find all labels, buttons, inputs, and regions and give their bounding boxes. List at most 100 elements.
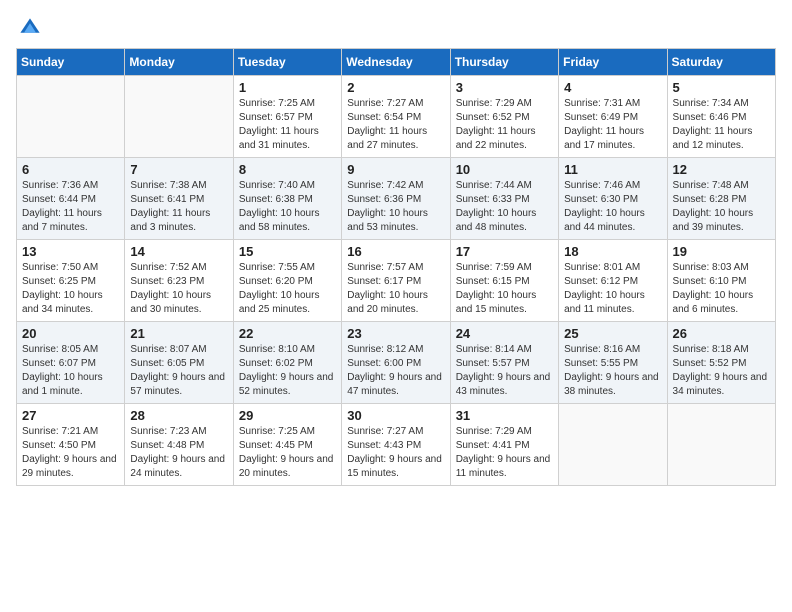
- day-info: Sunrise: 7:34 AM Sunset: 6:46 PM Dayligh…: [673, 97, 770, 153]
- day-info: Sunrise: 7:40 AM Sunset: 6:38 PM Dayligh…: [239, 179, 336, 235]
- day-info: Sunrise: 7:25 AM Sunset: 6:57 PM Dayligh…: [239, 97, 336, 153]
- calendar-cell: 29 Sunrise: 7:25 AM Sunset: 4:45 PM Dayli…: [233, 404, 341, 486]
- calendar-cell: 22 Sunrise: 8:10 AM Sunset: 6:02 PM Dayli…: [233, 322, 341, 404]
- calendar-cell: 31 Sunrise: 7:29 AM Sunset: 4:41 PM Dayli…: [450, 404, 558, 486]
- day-info: Sunrise: 8:05 AM Sunset: 6:07 PM Dayligh…: [22, 343, 119, 399]
- day-info: Sunrise: 7:59 AM Sunset: 6:15 PM Dayligh…: [456, 261, 553, 317]
- day-number: 19: [673, 244, 770, 259]
- calendar-cell: 23 Sunrise: 8:12 AM Sunset: 6:00 PM Dayli…: [342, 322, 450, 404]
- day-info: Sunrise: 8:16 AM Sunset: 5:55 PM Dayligh…: [564, 343, 661, 399]
- calendar-cell: 19 Sunrise: 8:03 AM Sunset: 6:10 PM Dayli…: [667, 240, 775, 322]
- calendar-cell: 15Sunrise: 7:55 AM Sunset: 6:20 PM Dayli…: [233, 240, 341, 322]
- day-info: Sunrise: 7:25 AM Sunset: 4:45 PM Dayligh…: [239, 425, 336, 481]
- calendar-cell: [17, 76, 125, 158]
- calendar-cell: 21 Sunrise: 8:07 AM Sunset: 6:05 PM Dayli…: [125, 322, 233, 404]
- weekday-header: Sunday: [17, 49, 125, 76]
- weekday-header: Monday: [125, 49, 233, 76]
- calendar-cell: 3 Sunrise: 7:29 AM Sunset: 6:52 PM Daylig…: [450, 76, 558, 158]
- day-info: Sunrise: 7:36 AM Sunset: 6:44 PM Dayligh…: [22, 179, 119, 235]
- day-number: 31: [456, 408, 553, 423]
- calendar-cell: 1 Sunrise: 7:25 AM Sunset: 6:57 PM Daylig…: [233, 76, 341, 158]
- calendar-cell: [125, 76, 233, 158]
- calendar-cell: 14 Sunrise: 7:52 AM Sunset: 6:23 PM Dayli…: [125, 240, 233, 322]
- day-number: 5: [673, 80, 770, 95]
- day-info: Sunrise: 7:44 AM Sunset: 6:33 PM Dayligh…: [456, 179, 553, 235]
- weekday-header: Wednesday: [342, 49, 450, 76]
- logo: [16, 16, 42, 40]
- day-number: 6: [22, 162, 119, 177]
- calendar-cell: 20 Sunrise: 8:05 AM Sunset: 6:07 PM Dayli…: [17, 322, 125, 404]
- calendar-cell: 24 Sunrise: 8:14 AM Sunset: 5:57 PM Dayli…: [450, 322, 558, 404]
- day-number: 27: [22, 408, 119, 423]
- day-number: 22: [239, 326, 336, 341]
- day-info: Sunrise: 8:12 AM Sunset: 6:00 PM Dayligh…: [347, 343, 444, 399]
- calendar-cell: 12 Sunrise: 7:48 AM Sunset: 6:28 PM Dayli…: [667, 158, 775, 240]
- day-number: 3: [456, 80, 553, 95]
- calendar-cell: 18 Sunrise: 8:01 AM Sunset: 6:12 PM Dayli…: [559, 240, 667, 322]
- day-info: Sunrise: 8:01 AM Sunset: 6:12 PM Dayligh…: [564, 261, 661, 317]
- day-number: 28: [130, 408, 227, 423]
- day-number: 8: [239, 162, 336, 177]
- day-info: Sunrise: 7:50 AM Sunset: 6:25 PM Dayligh…: [22, 261, 119, 317]
- calendar-cell: 5 Sunrise: 7:34 AM Sunset: 6:46 PM Daylig…: [667, 76, 775, 158]
- page-header: [16, 16, 776, 40]
- day-number: 24: [456, 326, 553, 341]
- day-info: Sunrise: 7:55 AM Sunset: 6:20 PM Dayligh…: [239, 261, 336, 317]
- calendar-cell: 27 Sunrise: 7:21 AM Sunset: 4:50 PM Dayli…: [17, 404, 125, 486]
- day-info: Sunrise: 8:18 AM Sunset: 5:52 PM Dayligh…: [673, 343, 770, 399]
- logo-icon: [18, 16, 42, 40]
- day-info: Sunrise: 7:31 AM Sunset: 6:49 PM Dayligh…: [564, 97, 661, 153]
- calendar-cell: 16 Sunrise: 7:57 AM Sunset: 6:17 PM Dayli…: [342, 240, 450, 322]
- day-number: 25: [564, 326, 661, 341]
- calendar-cell: 6 Sunrise: 7:36 AM Sunset: 6:44 PM Daylig…: [17, 158, 125, 240]
- day-info: Sunrise: 7:48 AM Sunset: 6:28 PM Dayligh…: [673, 179, 770, 235]
- day-info: Sunrise: 8:03 AM Sunset: 6:10 PM Dayligh…: [673, 261, 770, 317]
- calendar-cell: 2 Sunrise: 7:27 AM Sunset: 6:54 PM Daylig…: [342, 76, 450, 158]
- day-info: Sunrise: 7:29 AM Sunset: 4:41 PM Dayligh…: [456, 425, 553, 481]
- day-info: Sunrise: 7:27 AM Sunset: 6:54 PM Dayligh…: [347, 97, 444, 153]
- day-number: 18: [564, 244, 661, 259]
- calendar-cell: [559, 404, 667, 486]
- calendar-cell: 9 Sunrise: 7:42 AM Sunset: 6:36 PM Daylig…: [342, 158, 450, 240]
- calendar-cell: 26 Sunrise: 8:18 AM Sunset: 5:52 PM Dayli…: [667, 322, 775, 404]
- day-number: 23: [347, 326, 444, 341]
- day-number: 29: [239, 408, 336, 423]
- day-number: 1: [239, 80, 336, 95]
- day-info: Sunrise: 8:07 AM Sunset: 6:05 PM Dayligh…: [130, 343, 227, 399]
- day-number: 21: [130, 326, 227, 341]
- day-number: 9: [347, 162, 444, 177]
- calendar-cell: 7Sunrise: 7:38 AM Sunset: 6:41 PM Daylig…: [125, 158, 233, 240]
- day-info: Sunrise: 8:14 AM Sunset: 5:57 PM Dayligh…: [456, 343, 553, 399]
- day-number: 12: [673, 162, 770, 177]
- calendar-cell: 28 Sunrise: 7:23 AM Sunset: 4:48 PM Dayli…: [125, 404, 233, 486]
- day-info: Sunrise: 7:29 AM Sunset: 6:52 PM Dayligh…: [456, 97, 553, 153]
- day-number: 2: [347, 80, 444, 95]
- day-number: 17: [456, 244, 553, 259]
- weekday-header: Friday: [559, 49, 667, 76]
- day-info: Sunrise: 7:21 AM Sunset: 4:50 PM Dayligh…: [22, 425, 119, 481]
- day-number: 7: [130, 162, 227, 177]
- calendar-cell: 4 Sunrise: 7:31 AM Sunset: 6:49 PM Daylig…: [559, 76, 667, 158]
- day-number: 16: [347, 244, 444, 259]
- day-number: 14: [130, 244, 227, 259]
- day-number: 13: [22, 244, 119, 259]
- day-info: Sunrise: 7:42 AM Sunset: 6:36 PM Dayligh…: [347, 179, 444, 235]
- day-info: Sunrise: 8:10 AM Sunset: 6:02 PM Dayligh…: [239, 343, 336, 399]
- day-info: Sunrise: 7:46 AM Sunset: 6:30 PM Dayligh…: [564, 179, 661, 235]
- weekday-header: Thursday: [450, 49, 558, 76]
- day-info: Sunrise: 7:52 AM Sunset: 6:23 PM Dayligh…: [130, 261, 227, 317]
- calendar-table: SundayMondayTuesdayWednesdayThursdayFrid…: [16, 48, 776, 486]
- calendar-cell: 11Sunrise: 7:46 AM Sunset: 6:30 PM Dayli…: [559, 158, 667, 240]
- day-number: 10: [456, 162, 553, 177]
- weekday-header: Saturday: [667, 49, 775, 76]
- day-info: Sunrise: 7:27 AM Sunset: 4:43 PM Dayligh…: [347, 425, 444, 481]
- day-number: 20: [22, 326, 119, 341]
- calendar-cell: [667, 404, 775, 486]
- calendar-cell: 13 Sunrise: 7:50 AM Sunset: 6:25 PM Dayli…: [17, 240, 125, 322]
- calendar-cell: 25 Sunrise: 8:16 AM Sunset: 5:55 PM Dayli…: [559, 322, 667, 404]
- calendar-cell: 8 Sunrise: 7:40 AM Sunset: 6:38 PM Daylig…: [233, 158, 341, 240]
- day-info: Sunrise: 7:57 AM Sunset: 6:17 PM Dayligh…: [347, 261, 444, 317]
- day-number: 4: [564, 80, 661, 95]
- day-number: 26: [673, 326, 770, 341]
- day-info: Sunrise: 7:23 AM Sunset: 4:48 PM Dayligh…: [130, 425, 227, 481]
